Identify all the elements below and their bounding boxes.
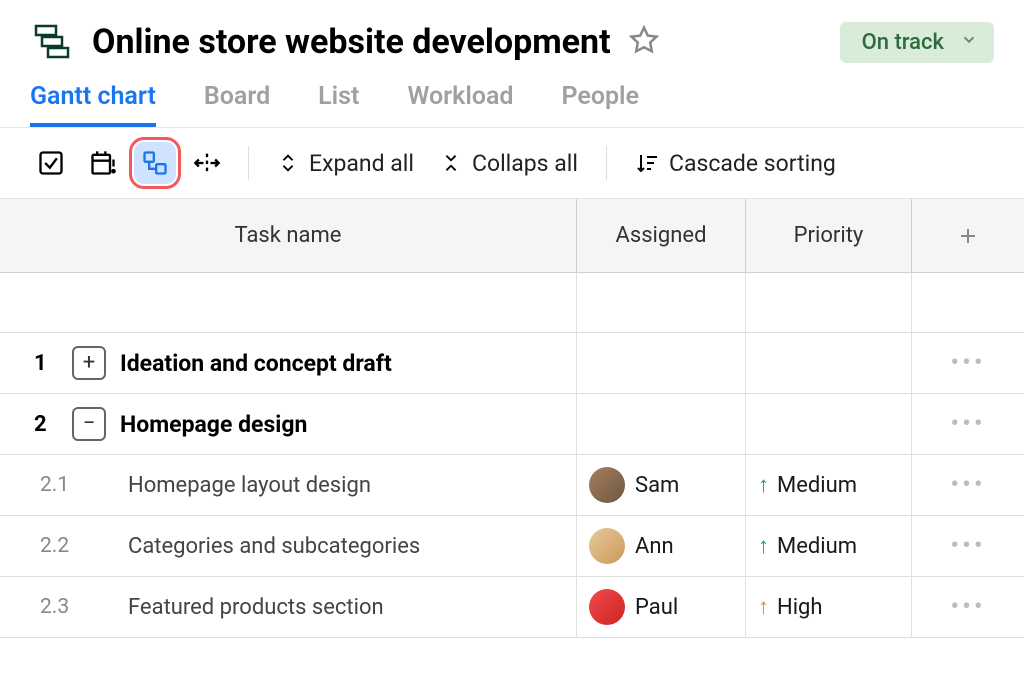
status-label: On track xyxy=(862,30,944,55)
project-title: Online store website development xyxy=(92,22,611,62)
table-spacer-row xyxy=(0,273,1024,333)
table-row[interactable]: 1 + Ideation and concept draft ••• xyxy=(0,333,1024,394)
column-width-icon[interactable] xyxy=(186,142,228,184)
row-more-icon[interactable]: ••• xyxy=(950,470,985,500)
tab-gantt[interactable]: Gantt chart xyxy=(30,82,156,127)
status-badge[interactable]: On track xyxy=(840,22,994,63)
expand-toggle-icon[interactable]: + xyxy=(72,346,106,380)
row-number: 2 xyxy=(12,412,72,437)
column-header-assigned[interactable]: Assigned xyxy=(577,199,746,272)
row-more-icon[interactable]: ••• xyxy=(950,348,985,378)
checkbox-toggle-icon[interactable] xyxy=(30,142,72,184)
toolbar-divider xyxy=(606,146,607,180)
tab-list[interactable]: List xyxy=(318,82,359,127)
collapse-all-button[interactable]: Collaps all xyxy=(432,146,586,181)
expand-all-label: Expand all xyxy=(309,150,414,177)
column-header-priority[interactable]: Priority xyxy=(746,199,912,272)
table-row[interactable]: 2.1 Homepage layout design Sam ↑ Medium … xyxy=(0,455,1024,516)
priority-up-icon: ↑ xyxy=(758,472,769,498)
priority-up-icon: ↑ xyxy=(758,533,769,559)
task-title: Categories and subcategories xyxy=(78,534,420,559)
assignee-name: Paul xyxy=(635,595,678,620)
row-more-icon[interactable]: ••• xyxy=(950,409,985,439)
add-column-button[interactable] xyxy=(912,199,1024,272)
project-header: Online store website development On trac… xyxy=(0,0,1024,64)
tab-board[interactable]: Board xyxy=(204,82,270,127)
table-row[interactable]: 2.3 Featured products section Paul ↑ Hig… xyxy=(0,577,1024,638)
cascade-sorting-button[interactable]: Cascade sorting xyxy=(627,146,844,181)
row-more-icon[interactable]: ••• xyxy=(950,592,985,622)
tab-workload[interactable]: Workload xyxy=(407,82,513,127)
star-icon[interactable] xyxy=(629,25,659,59)
calendar-alert-icon[interactable] xyxy=(82,142,124,184)
collapse-toggle-icon[interactable]: − xyxy=(72,407,106,441)
assignee-name: Ann xyxy=(635,534,674,559)
assignee-name: Sam xyxy=(635,473,679,498)
task-title: Featured products section xyxy=(78,595,384,620)
priority-up-icon: ↑ xyxy=(758,594,769,620)
table-header: Task name Assigned Priority xyxy=(0,199,1024,273)
priority-label: Medium xyxy=(777,534,857,559)
table-row[interactable]: 2.2 Categories and subcategories Ann ↑ M… xyxy=(0,516,1024,577)
avatar xyxy=(589,528,625,564)
task-title: Ideation and concept draft xyxy=(120,350,392,377)
priority-label: High xyxy=(777,595,823,620)
toolbar-divider xyxy=(248,146,249,180)
view-tabs: Gantt chart Board List Workload People xyxy=(0,64,1024,128)
task-title: Homepage design xyxy=(120,411,307,438)
row-number: 2.2 xyxy=(18,534,78,558)
cascade-sorting-label: Cascade sorting xyxy=(669,150,836,177)
project-icon xyxy=(30,20,74,64)
chevron-down-icon xyxy=(960,30,978,55)
avatar xyxy=(589,589,625,625)
subtasks-view-icon[interactable] xyxy=(134,142,176,184)
priority-label: Medium xyxy=(777,473,857,498)
collapse-all-label: Collaps all xyxy=(472,150,578,177)
tab-people[interactable]: People xyxy=(562,82,640,127)
table-row[interactable]: 2 − Homepage design ••• xyxy=(0,394,1024,455)
task-title: Homepage layout design xyxy=(78,473,371,498)
row-number: 1 xyxy=(12,351,72,376)
column-header-task[interactable]: Task name xyxy=(0,199,577,272)
avatar xyxy=(589,467,625,503)
row-number: 2.3 xyxy=(18,595,78,619)
table-toolbar: Expand all Collaps all Cascade sorting xyxy=(0,128,1024,199)
expand-all-button[interactable]: Expand all xyxy=(269,146,422,181)
row-more-icon[interactable]: ••• xyxy=(950,531,985,561)
row-number: 2.1 xyxy=(18,473,78,497)
